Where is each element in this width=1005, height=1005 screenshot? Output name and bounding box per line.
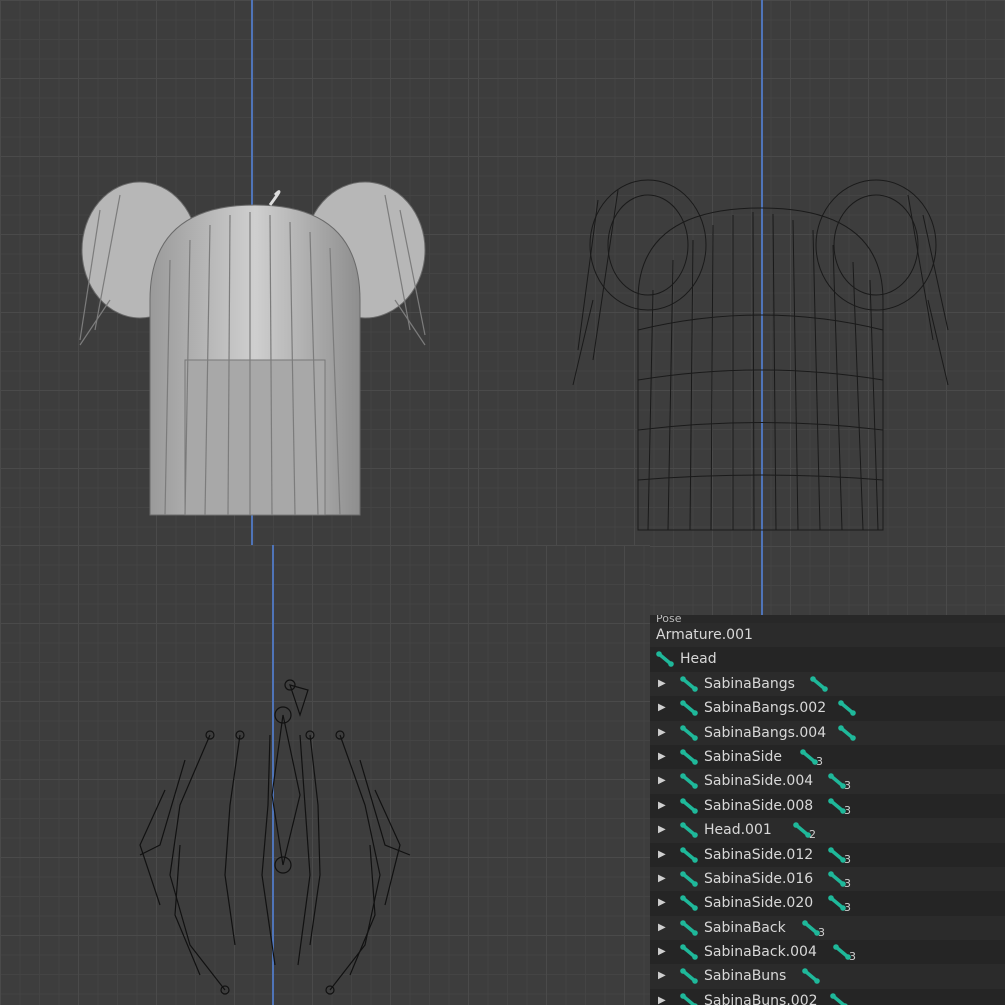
wireframe-viewport[interactable] [478, 0, 1005, 615]
child-bones-icon [802, 968, 820, 985]
outliner-bone-row[interactable]: ▶ SabinaBack.004 3 [650, 940, 1005, 965]
bone-label: SabinaBangs.004 [704, 724, 827, 741]
outliner-bone-row[interactable]: ▶ SabinaBangs [650, 671, 1005, 697]
outliner-panel[interactable]: Pose Armature.001 Head ▶ SabinaBangs ▶ Sabi… [650, 615, 1005, 1005]
bone-label: SabinaBack.004 [704, 944, 817, 961]
outliner-armature-row[interactable]: Armature.001 [650, 623, 1005, 648]
bone-icon [680, 773, 698, 790]
bone-icon [680, 724, 698, 741]
bone-icon [680, 871, 698, 887]
bone-icon [680, 749, 698, 765]
solid-viewport[interactable] [0, 0, 478, 545]
bone-icon [680, 797, 698, 814]
expand-arrow-icon[interactable]: ▶ [658, 989, 666, 1005]
child-bones-icon [830, 993, 848, 1005]
bone-label: SabinaSide [704, 748, 782, 765]
expand-arrow-icon[interactable]: ▶ [658, 867, 666, 891]
bone-icon [680, 968, 698, 985]
outliner-bone-row[interactable]: ▶ SabinaBuns.002 [650, 988, 1005, 1005]
armature-label: Armature.001 [656, 627, 753, 643]
armature-bones [139, 679, 411, 995]
bone-label: SabinaSide.008 [704, 797, 814, 814]
outliner-bone-row[interactable]: ▶ SabinaBack 3 [650, 915, 1005, 941]
bone-icon [656, 651, 674, 668]
bone-label: SabinaBangs.002 [704, 700, 827, 717]
bone-icon [680, 822, 698, 838]
bone-icon [680, 993, 698, 1005]
outliner-bone-row[interactable]: ▶ SabinaSide.012 3 [650, 842, 1005, 867]
solid-hair-mesh [79, 181, 426, 516]
expand-arrow-icon[interactable]: ▶ [658, 818, 666, 842]
expand-arrow-icon[interactable]: ▶ [658, 964, 666, 988]
bone-label: SabinaSide.012 [704, 846, 814, 863]
bone-icon [680, 895, 698, 912]
expand-arrow-icon[interactable]: ▶ [658, 672, 666, 696]
bone-icon [680, 944, 698, 960]
bone-label: SabinaBangs [704, 675, 795, 692]
bone-label: Head.001 [704, 822, 772, 839]
outliner-bone-row[interactable]: ▶ SabinaBangs.004 [650, 720, 1005, 745]
outliner-bone-row[interactable]: ▶ SabinaSide.004 3 [650, 769, 1005, 794]
outliner-bone-row[interactable]: ▶ SabinaBangs.002 [650, 696, 1005, 721]
expand-arrow-icon[interactable]: ▶ [658, 745, 666, 769]
expand-arrow-icon[interactable]: ▶ [658, 769, 666, 793]
expand-arrow-icon[interactable]: ▶ [658, 891, 666, 915]
outliner-root-bone-row[interactable]: Head [650, 647, 1005, 672]
bone-icon [680, 700, 698, 716]
expand-arrow-icon[interactable]: ▶ [658, 721, 666, 745]
outliner-bone-row[interactable]: ▶ SabinaSide.020 3 [650, 891, 1005, 916]
bone-label: SabinaSide.004 [704, 773, 814, 790]
root-bone-label: Head [680, 651, 717, 668]
bone-label: SabinaBuns.002 [704, 992, 818, 1005]
outliner-bone-row[interactable]: ▶ SabinaSide 3 [650, 744, 1005, 770]
expand-arrow-icon[interactable]: ▶ [658, 916, 666, 940]
outliner-bone-row[interactable]: ▶ SabinaSide.008 3 [650, 793, 1005, 819]
child-bones-icon [838, 724, 856, 741]
expand-arrow-icon[interactable]: ▶ [658, 940, 666, 964]
expand-arrow-icon[interactable]: ▶ [658, 794, 666, 818]
outliner-bone-row[interactable]: ▶ SabinaSide.016 3 [650, 866, 1005, 892]
outliner-bone-row[interactable]: ▶ SabinaBuns [650, 964, 1005, 989]
expand-arrow-icon[interactable]: ▶ [658, 843, 666, 867]
bone-label: SabinaBuns [704, 968, 787, 985]
armature-viewport[interactable] [0, 545, 650, 1005]
wireframe-hair-mesh [572, 179, 949, 531]
bone-label: SabinaBack [704, 919, 786, 936]
outliner-header: Pose [656, 615, 682, 623]
bone-label: SabinaSide.016 [704, 870, 814, 887]
outliner-bone-row[interactable]: ▶ Head.001 2 [650, 818, 1005, 843]
expand-arrow-icon[interactable]: ▶ [658, 696, 666, 720]
bone-label: SabinaSide.020 [704, 895, 814, 912]
bone-icon [680, 846, 698, 863]
bone-icon [680, 919, 698, 936]
bone-icon [680, 675, 698, 692]
child-bones-icon [810, 675, 828, 692]
child-bones-icon [838, 700, 856, 716]
